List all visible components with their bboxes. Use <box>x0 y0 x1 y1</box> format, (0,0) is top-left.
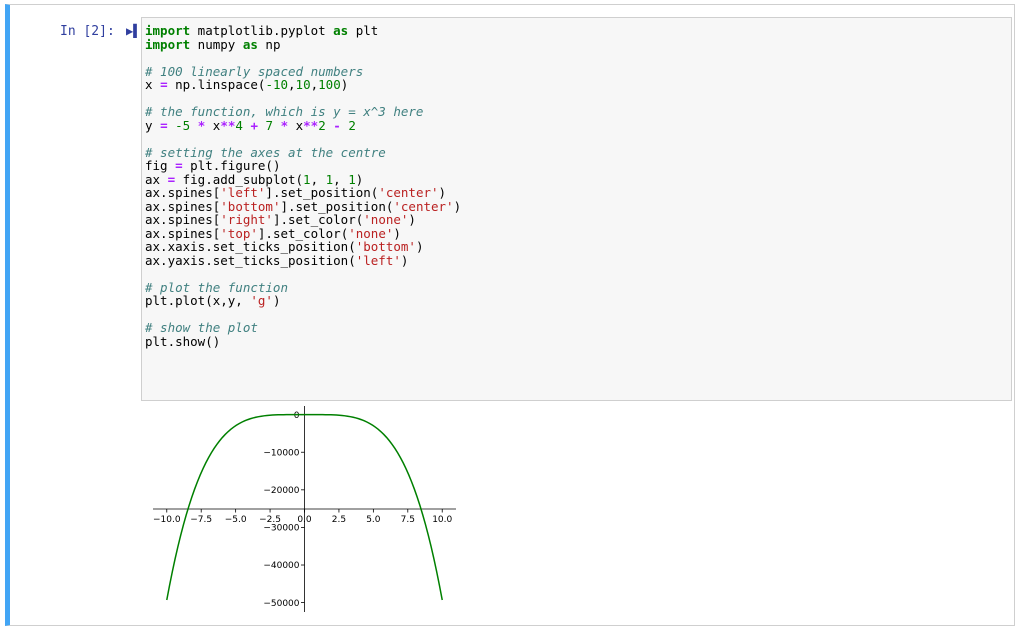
code-line: # 100 linearly spaced numbers <box>145 64 461 79</box>
code-token: plt <box>348 23 379 38</box>
code-token: = <box>160 77 168 92</box>
code-line: ax.spines['right'].set_color('none') <box>145 213 461 227</box>
x-tick-label: 5.0 <box>366 515 381 525</box>
x-tick-label: −5.0 <box>225 515 247 525</box>
code-token: -10 <box>265 77 289 92</box>
x-tick-label: −7.5 <box>190 515 212 525</box>
code-token: 100 <box>318 77 341 92</box>
cell-prompt: In [2]: <box>60 24 115 39</box>
code-token: 2 <box>348 117 356 133</box>
code-token: ) <box>272 293 281 308</box>
code-token: ) <box>415 239 424 254</box>
code-token: , <box>288 77 296 92</box>
code-token: ax.yaxis.set_ticks_position( <box>145 252 356 268</box>
code-token: - <box>333 117 341 133</box>
code-token: ) <box>340 77 349 92</box>
code-token: x <box>205 117 221 133</box>
x-tick-label: 2.5 <box>332 515 346 525</box>
code-token: 'g' <box>250 293 273 308</box>
code-line: import matplotlib.pyplot as plt <box>145 24 461 38</box>
code-token: x <box>288 117 304 133</box>
code-line: x = np.linspace(-10,10,100) <box>145 78 461 92</box>
code-token: ) <box>400 252 409 268</box>
code-token: x <box>145 77 161 92</box>
code-token: np.linspace( <box>167 77 266 92</box>
code-line: plt.show() <box>145 333 461 349</box>
code-token: numpy <box>190 36 243 52</box>
y-tick-label: −40000 <box>263 561 299 571</box>
y-tick-label: 0 <box>294 411 300 421</box>
code-token: np <box>257 36 281 52</box>
code-token: 10 <box>295 77 311 92</box>
code-token: plt.plot(x,y, <box>145 293 251 308</box>
x-tick-label: 10.0 <box>432 515 452 525</box>
y-tick-label: −10000 <box>263 448 299 458</box>
code-token: 7 <box>265 117 274 133</box>
code-token: plt.show() <box>145 333 221 349</box>
code-token: ** <box>303 117 319 133</box>
code-token: ) <box>408 212 416 227</box>
run-cell-icon[interactable]: ▶▌ <box>126 24 140 38</box>
code-token: ** <box>220 117 236 133</box>
code-token: + <box>250 117 258 133</box>
code-line: # show the plot <box>145 321 461 335</box>
code-line: ax.yaxis.set_ticks_position('left') <box>145 252 461 268</box>
code-token: , <box>310 77 319 92</box>
code-token: 'left' <box>355 252 401 268</box>
y-tick-label: −50000 <box>263 599 299 609</box>
x-tick-label: −10.0 <box>153 515 181 525</box>
code-line: ax = fig.add_subplot(1, 1, 1) <box>145 172 461 187</box>
code-line: import numpy as np <box>145 36 461 52</box>
code-token: * <box>280 117 289 133</box>
code-token: 4 <box>235 117 243 133</box>
code-token: ) <box>453 198 462 214</box>
code-line: # the function, which is y = x^3 here <box>145 105 461 119</box>
cell-output: −10.0 −7.5 −5.0 −2.5 0.0 2.5 5.0 7.5 10.0 0 −10000… <box>141 404 471 619</box>
code-token: as <box>242 36 258 52</box>
code-line: ax.spines['bottom'].set_position('center… <box>145 198 462 214</box>
x-tick-label: 0.0 <box>297 515 312 525</box>
code-line: # plot the function <box>145 280 461 295</box>
code-token: as <box>333 23 349 38</box>
code-token: 2 <box>318 117 326 133</box>
code-line: fig = plt.figure() <box>145 159 461 173</box>
code-text[interactable]: import matplotlib.pyplot as plt import nu… <box>145 24 461 348</box>
code-token: = <box>160 117 168 133</box>
y-tick-label: −30000 <box>263 524 299 534</box>
plot-figure: −10.0 −7.5 −5.0 −2.5 0.0 2.5 5.0 7.5 10.00−10000… <box>153 406 456 612</box>
code-line: plt.plot(x,y, 'g') <box>145 294 461 308</box>
x-tick-label: 7.5 <box>401 515 415 525</box>
code-line: ax.spines['left'].set_position('center') <box>145 186 461 200</box>
code-line: ax.xaxis.set_ticks_position('bottom') <box>145 240 461 254</box>
code-line: # setting the axes at the centre <box>145 145 461 160</box>
code-line: ax.spines['top'].set_color('none') <box>145 226 461 241</box>
code-line: y = -5 * x**4 + 7 * x**2 - 2 <box>145 117 461 133</box>
code-token: -5 <box>175 117 191 133</box>
y-tick-label: −20000 <box>263 486 299 496</box>
